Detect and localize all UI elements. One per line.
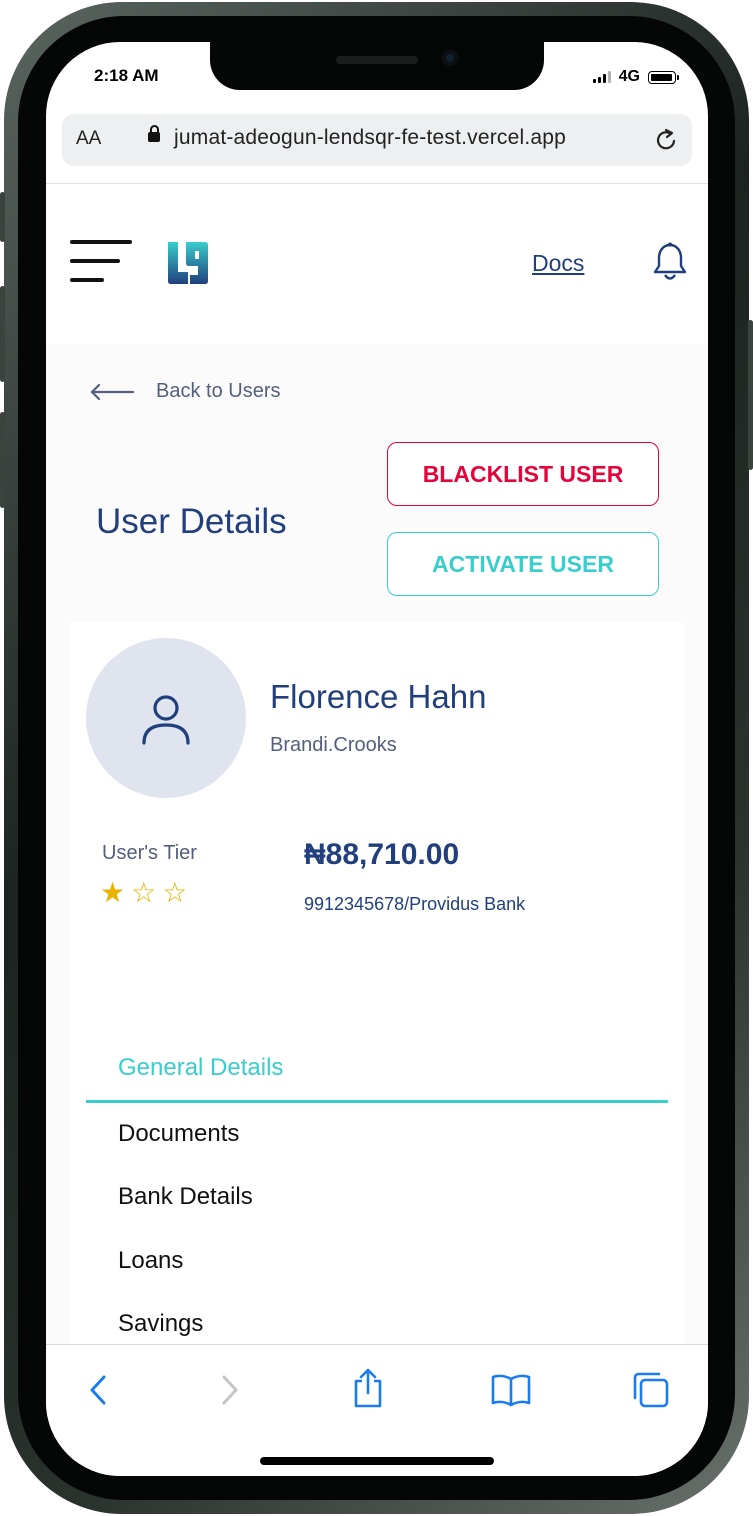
blacklist-user-button[interactable]: BLACKLIST USER	[387, 442, 659, 506]
signal-icon	[592, 71, 611, 83]
phone-side-button-left-2	[0, 286, 5, 382]
arrow-left-icon	[90, 383, 134, 400]
speaker	[336, 56, 418, 64]
tab-savings[interactable]: Savings	[118, 1310, 203, 1338]
user-summary-card: Florence Hahn Brandi.Crooks User's Tier …	[70, 622, 684, 1382]
tabs-icon[interactable]	[632, 1371, 670, 1409]
bank-account: 9912345678/Providus Bank	[304, 894, 526, 914]
status-time: 2:18 AM	[94, 66, 159, 85]
menu-icon[interactable]	[70, 240, 132, 282]
back-link-label: Back to Users	[156, 380, 281, 402]
lock-icon	[148, 125, 160, 142]
activate-user-button[interactable]: ACTIVATE USER	[387, 532, 659, 596]
star-filled-icon: ★	[100, 877, 126, 908]
bell-icon[interactable]	[652, 242, 688, 282]
browser-toolbar	[46, 1344, 708, 1476]
user-username: Brandi.Crooks	[270, 734, 397, 756]
phone-side-button-right	[748, 320, 753, 470]
docs-link[interactable]: Docs	[532, 250, 584, 277]
battery-icon	[648, 70, 679, 84]
avatar	[86, 638, 246, 798]
user-icon	[142, 695, 190, 745]
lendsqr-logo-icon[interactable]	[168, 242, 208, 284]
app-header: Docs	[46, 184, 708, 344]
share-icon[interactable]	[350, 1367, 386, 1409]
notch	[210, 42, 544, 90]
tab-documents[interactable]: Documents	[118, 1120, 239, 1148]
status-indicators: 4G	[592, 68, 679, 86]
url-text[interactable]: jumat-adeogun-lendsqr-fe-test.vercel.app	[174, 126, 566, 150]
account-balance: ₦88,710.00	[304, 838, 460, 871]
front-camera	[442, 50, 458, 66]
reload-icon[interactable]	[652, 126, 680, 154]
user-full-name: Florence Hahn	[270, 678, 487, 715]
back-chevron-icon[interactable]	[86, 1373, 110, 1407]
tier-stars: ★ ☆ ☆	[100, 876, 187, 909]
bookmarks-icon[interactable]	[490, 1373, 532, 1407]
tier-label: User's Tier	[102, 842, 197, 864]
forward-chevron-icon[interactable]	[218, 1373, 242, 1407]
phone-side-button-left-1	[0, 192, 5, 242]
address-bar[interactable]: AA jumat-adeogun-lendsqr-fe-test.vercel.…	[62, 114, 692, 166]
star-empty-icon: ☆	[131, 877, 157, 908]
star-empty-icon: ☆	[162, 877, 188, 908]
tab-bank-details[interactable]: Bank Details	[118, 1183, 253, 1211]
back-to-users-link[interactable]: Back to Users	[90, 380, 280, 403]
tab-general-details[interactable]: General Details	[118, 1054, 283, 1082]
phone-screen: 2:18 AM 4G AA jumat-adeogun-lendsqr-fe-t…	[46, 42, 708, 1476]
tab-loans[interactable]: Loans	[118, 1247, 183, 1275]
active-tab-indicator	[86, 1100, 668, 1103]
phone-side-button-left-3	[0, 412, 5, 508]
home-indicator	[260, 1457, 494, 1465]
text-size-button[interactable]: AA	[76, 128, 101, 150]
main-content: Back to Users User Details BLACKLIST USE…	[46, 344, 708, 1382]
page-title: User Details	[96, 502, 287, 541]
network-type: 4G	[618, 68, 640, 85]
